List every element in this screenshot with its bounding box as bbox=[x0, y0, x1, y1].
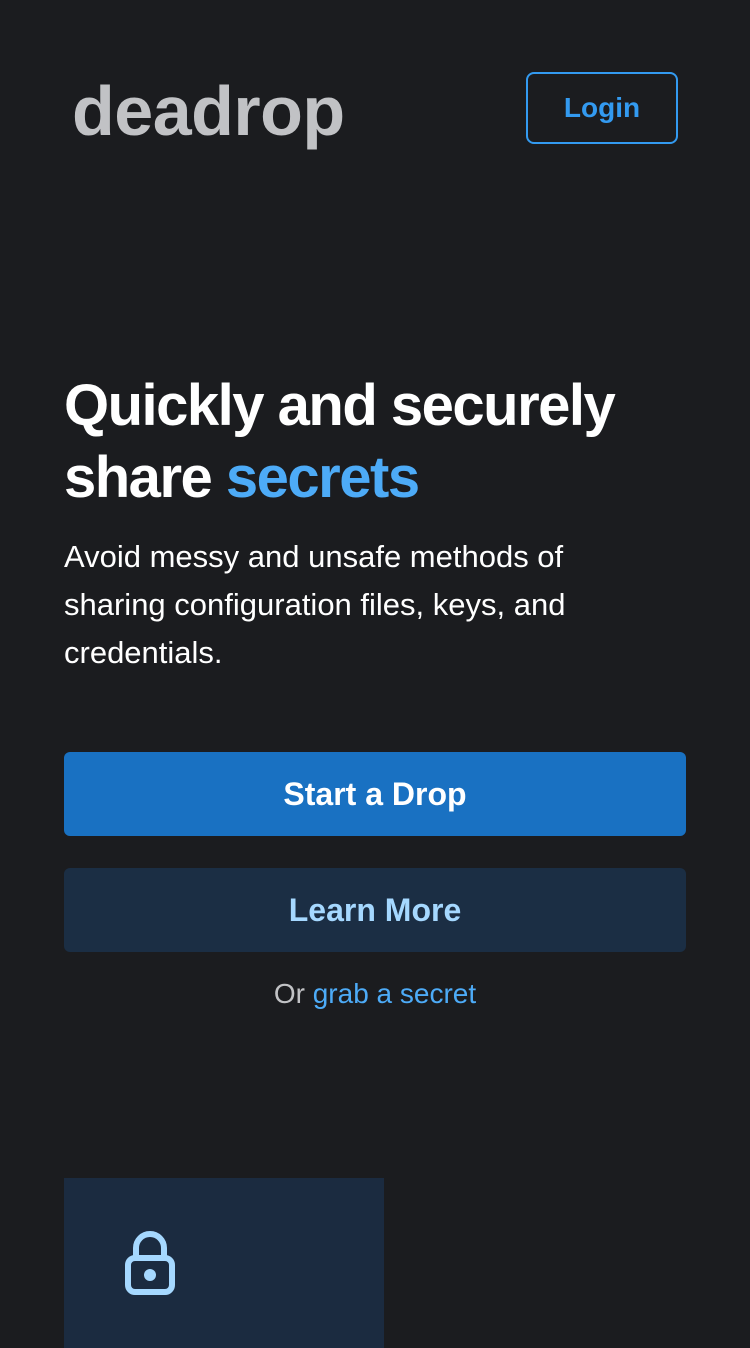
lock-icon bbox=[118, 1228, 182, 1300]
feature-card bbox=[64, 1178, 384, 1348]
learn-more-button[interactable]: Learn More bbox=[64, 868, 686, 952]
hero-title-accent: secrets bbox=[225, 445, 420, 510]
hero-title: Quickly and securely share secrets bbox=[64, 370, 704, 514]
start-drop-button[interactable]: Start a Drop bbox=[64, 752, 686, 836]
hero-description: Avoid messy and unsafe methods of sharin… bbox=[64, 539, 566, 670]
logo[interactable]: deadrop bbox=[72, 76, 345, 146]
grab-secret-link[interactable]: grab a secret bbox=[313, 978, 476, 1009]
login-button[interactable]: Login bbox=[526, 72, 678, 144]
alt-prefix: Or bbox=[273, 978, 305, 1009]
grab-secret-line: Or grab a secret bbox=[0, 978, 750, 1010]
hero-title-prefix: share bbox=[64, 445, 213, 510]
hero-title-line1: Quickly and securely bbox=[64, 373, 616, 438]
